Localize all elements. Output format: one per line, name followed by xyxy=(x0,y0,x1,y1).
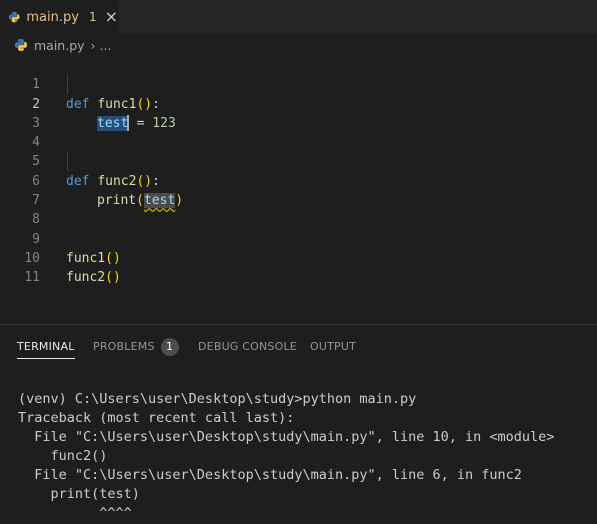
parens: () xyxy=(105,270,121,286)
terminal-output[interactable]: (venv) C:\Users\user\Desktop\study>pytho… xyxy=(18,390,597,523)
code-line-3: 3 xyxy=(0,95,597,131)
tab-main-py[interactable]: main.py 1 × xyxy=(0,0,118,34)
code-line-2: 2 test = 123 xyxy=(0,75,597,132)
code-line-8: 8 xyxy=(0,191,597,227)
function-call: func2 xyxy=(66,270,106,286)
breadcrumb-file[interactable]: main.py xyxy=(34,38,85,53)
terminal-line: (venv) C:\Users\user\Desktop\study>pytho… xyxy=(18,391,417,407)
tab-problems-label: PROBLEMS xyxy=(93,340,155,353)
breadcrumb-more[interactable]: ... xyxy=(100,38,112,53)
terminal-line: File "C:\Users\user\Desktop\study\main.p… xyxy=(18,467,522,483)
code-line-4: 4 xyxy=(0,114,597,150)
code-line-9: 9 func1() xyxy=(0,210,597,266)
problems-count-badge: 1 xyxy=(160,338,179,356)
line-number: 11 xyxy=(24,270,40,286)
code-line-1: 1 def func1(): xyxy=(0,56,597,111)
chevron-right-icon: › xyxy=(90,37,96,53)
tab-problems[interactable]: PROBLEMS 1 xyxy=(93,325,179,367)
breadcrumb: main.py › ... xyxy=(0,34,597,56)
code-line-11: 11 xyxy=(0,249,597,285)
tab-terminal[interactable]: TERMINAL xyxy=(17,325,75,367)
code-line-10: 10 func2() xyxy=(0,230,597,285)
code-line-7: 7 xyxy=(0,172,597,208)
close-icon[interactable]: × xyxy=(105,9,118,25)
terminal-line: Traceback (most recent call last): xyxy=(18,410,295,426)
tab-debug-console[interactable]: DEBUG CONSOLE xyxy=(198,325,297,367)
terminal-line: func2() xyxy=(18,448,108,464)
python-file-icon xyxy=(15,39,27,51)
tab-title: main.py xyxy=(26,9,79,25)
python-file-icon xyxy=(8,11,20,23)
tab-problems-count: 1 xyxy=(88,10,97,24)
code-line-5: 5 def func2(): xyxy=(0,133,597,188)
editor-tab-bar: main.py 1 × xyxy=(0,0,597,34)
terminal-line: ^^^^ xyxy=(18,505,132,521)
code-line-6: 6 print(test) xyxy=(0,153,597,209)
terminal-line: print(test) xyxy=(18,486,140,502)
terminal-line: File "C:\Users\user\Desktop\study\main.p… xyxy=(18,429,555,445)
code-editor[interactable]: 1 def func1(): 2 test = 123 3 4 5 def fu… xyxy=(0,56,597,324)
panel-tab-bar: TERMINAL PROBLEMS 1 DEBUG CONSOLE OUTPUT xyxy=(0,325,597,367)
tab-output[interactable]: OUTPUT xyxy=(310,325,356,367)
